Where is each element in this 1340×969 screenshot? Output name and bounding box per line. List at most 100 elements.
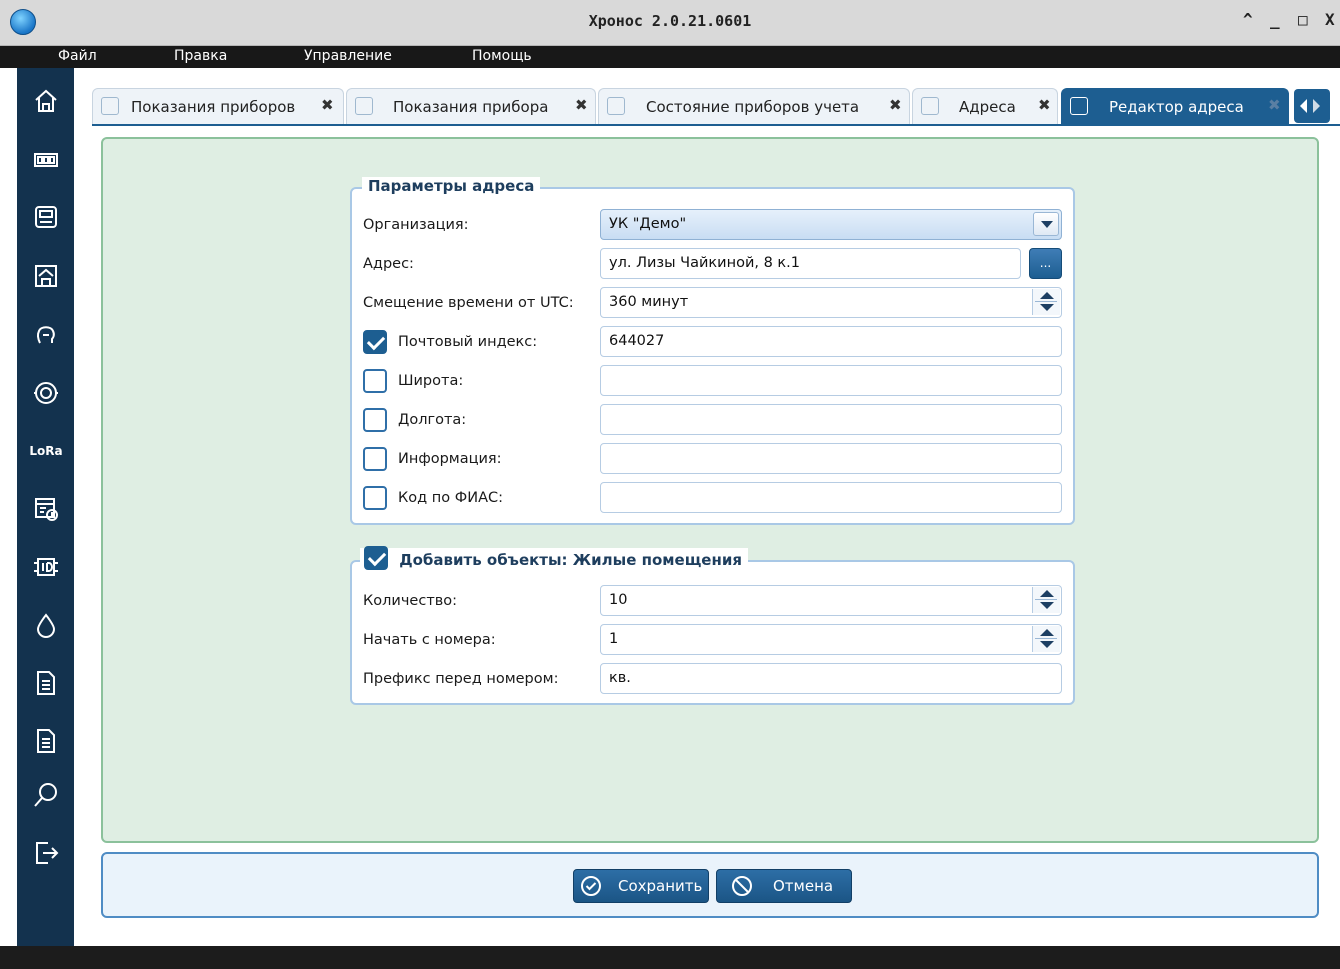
prefix-value: кв.	[609, 670, 631, 686]
menu-bar: Файл Правка Управление Помощь	[0, 46, 1340, 68]
close-icon[interactable]: X	[1325, 10, 1335, 29]
add-objects-title-wrap: Добавить объекты: Жилые помещения	[360, 546, 748, 572]
count-value: 10	[609, 592, 628, 608]
menu-file[interactable]: Файл	[58, 48, 97, 64]
tab-label: Адреса	[959, 98, 1016, 116]
tab-close-icon[interactable]: ✖	[575, 96, 588, 114]
add-objects-group: Добавить объекты: Жилые помещения Количе…	[350, 546, 1075, 705]
tab-meter-readings[interactable]: Показания приборов ✖	[92, 88, 344, 124]
fias-label: Код по ФИАС:	[398, 490, 504, 506]
meter-icon	[607, 97, 625, 115]
tab-scroll-right-icon[interactable]	[1313, 99, 1320, 113]
address-field[interactable]: ул. Лизы Чайкиной, 8 к.1	[600, 248, 1021, 279]
address-params-title: Параметры адреса	[362, 177, 541, 195]
lora-icon[interactable]: LoRa	[29, 434, 63, 468]
latitude-checkbox[interactable]	[363, 369, 387, 393]
maximize-icon[interactable]: □	[1298, 10, 1308, 29]
utc-offset-value: 360 минут	[609, 294, 689, 310]
main-panel: Параметры адреса Организация: УК "Демо" …	[101, 137, 1319, 843]
info-checkbox[interactable]	[363, 447, 387, 471]
start-number-spinbox[interactable]: 1	[600, 624, 1062, 655]
postal-index-value: 644027	[609, 333, 665, 349]
check-circle-icon	[581, 876, 601, 896]
meter-device-icon[interactable]	[29, 200, 63, 234]
organization-select[interactable]: УК "Демо"	[600, 209, 1062, 240]
water-drop-icon[interactable]	[29, 608, 63, 642]
tab-label: Состояние приборов учета	[646, 98, 860, 116]
sidebar: LoRa	[17, 68, 74, 946]
utc-offset-label: Смещение времени от UTC:	[363, 295, 574, 311]
cancel-button[interactable]: Отмена	[716, 869, 852, 903]
tab-meter-status[interactable]: Состояние приборов учета ✖	[598, 88, 910, 124]
restore-icon[interactable]: ^	[1243, 10, 1253, 29]
address-label: Адрес:	[363, 256, 414, 272]
building-icon[interactable]	[29, 259, 63, 293]
address-params-group: Параметры адреса Организация: УК "Демо" …	[350, 177, 1075, 525]
longitude-checkbox[interactable]	[363, 408, 387, 432]
title-bar: Хронос 2.0.21.0601 ^ _ □ X	[0, 0, 1340, 46]
latitude-label: Широта:	[398, 373, 464, 389]
document-2-icon[interactable]	[29, 724, 63, 758]
schedule-icon[interactable]	[29, 492, 63, 526]
longitude-label: Долгота:	[398, 412, 467, 428]
window-left-edge	[0, 68, 17, 946]
spin-arrows-icon[interactable]	[1032, 626, 1060, 652]
prefix-field[interactable]: кв.	[600, 663, 1062, 694]
id-icon[interactable]	[29, 550, 63, 584]
chevron-down-icon[interactable]	[1033, 212, 1059, 236]
tab-scroll-left-icon[interactable]	[1300, 99, 1307, 113]
window-title: Хронос 2.0.21.0601	[588, 12, 752, 30]
count-spinbox[interactable]: 10	[600, 585, 1062, 616]
tab-bar: Показания приборов ✖ Показания прибора ✖…	[92, 88, 1340, 124]
tab-close-icon[interactable]: ✖	[321, 96, 334, 114]
tab-close-icon[interactable]: ✖	[1038, 96, 1051, 114]
add-objects-checkbox[interactable]	[364, 546, 388, 570]
spin-arrows-icon[interactable]	[1032, 587, 1060, 613]
tab-close-icon[interactable]: ✖	[889, 96, 902, 114]
info-label: Информация:	[398, 451, 502, 467]
start-number-label: Начать с номера:	[363, 632, 496, 648]
building-icon	[921, 97, 939, 115]
spin-arrows-icon[interactable]	[1032, 289, 1060, 315]
count-label: Количество:	[363, 593, 458, 609]
tab-close-icon[interactable]: ✖	[1268, 96, 1281, 114]
menu-manage[interactable]: Управление	[304, 48, 392, 64]
head-icon[interactable]	[29, 318, 63, 352]
postal-index-checkbox[interactable]	[363, 330, 387, 354]
menu-help[interactable]: Помощь	[472, 48, 532, 64]
tab-underline	[92, 124, 1340, 126]
new-document-icon	[1070, 97, 1088, 115]
tab-label: Показания приборов	[131, 98, 296, 116]
minimize-icon[interactable]: _	[1270, 10, 1280, 29]
tab-address-editor[interactable]: Редактор адреса ✖	[1061, 88, 1289, 124]
lora-label: LoRa	[29, 444, 63, 458]
home-icon[interactable]	[29, 84, 63, 118]
chart-icon	[355, 97, 373, 115]
utc-offset-spinbox[interactable]: 360 минут	[600, 287, 1062, 318]
info-field[interactable]	[600, 443, 1062, 474]
menu-edit[interactable]: Правка	[174, 48, 227, 64]
search-icon[interactable]	[29, 778, 63, 812]
postal-index-label: Почтовый индекс:	[398, 334, 538, 350]
address-value: ул. Лизы Чайкиной, 8 к.1	[609, 255, 801, 271]
save-button[interactable]: Сохранить	[573, 869, 709, 903]
cancel-label: Отмена	[773, 877, 834, 895]
tab-meter-reading[interactable]: Показания прибора ✖	[346, 88, 596, 124]
cancel-circle-icon	[732, 876, 752, 896]
prefix-label: Префикс перед номером:	[363, 671, 559, 687]
address-browse-button[interactable]: ...	[1029, 248, 1062, 279]
counter-icon[interactable]	[29, 143, 63, 177]
tab-addresses[interactable]: Адреса ✖	[912, 88, 1058, 124]
gauge-icon[interactable]	[29, 376, 63, 410]
tab-label: Редактор адреса	[1109, 98, 1244, 116]
button-panel: Сохранить Отмена	[101, 852, 1319, 918]
latitude-field[interactable]	[600, 365, 1062, 396]
fias-checkbox[interactable]	[363, 486, 387, 510]
document-icon[interactable]	[29, 666, 63, 700]
postal-index-field[interactable]: 644027	[600, 326, 1062, 357]
longitude-field[interactable]	[600, 404, 1062, 435]
fias-field[interactable]	[600, 482, 1062, 513]
tab-label: Показания прибора	[393, 98, 549, 116]
exit-icon[interactable]	[29, 836, 63, 870]
tab-scroll-buttons[interactable]	[1294, 89, 1330, 123]
